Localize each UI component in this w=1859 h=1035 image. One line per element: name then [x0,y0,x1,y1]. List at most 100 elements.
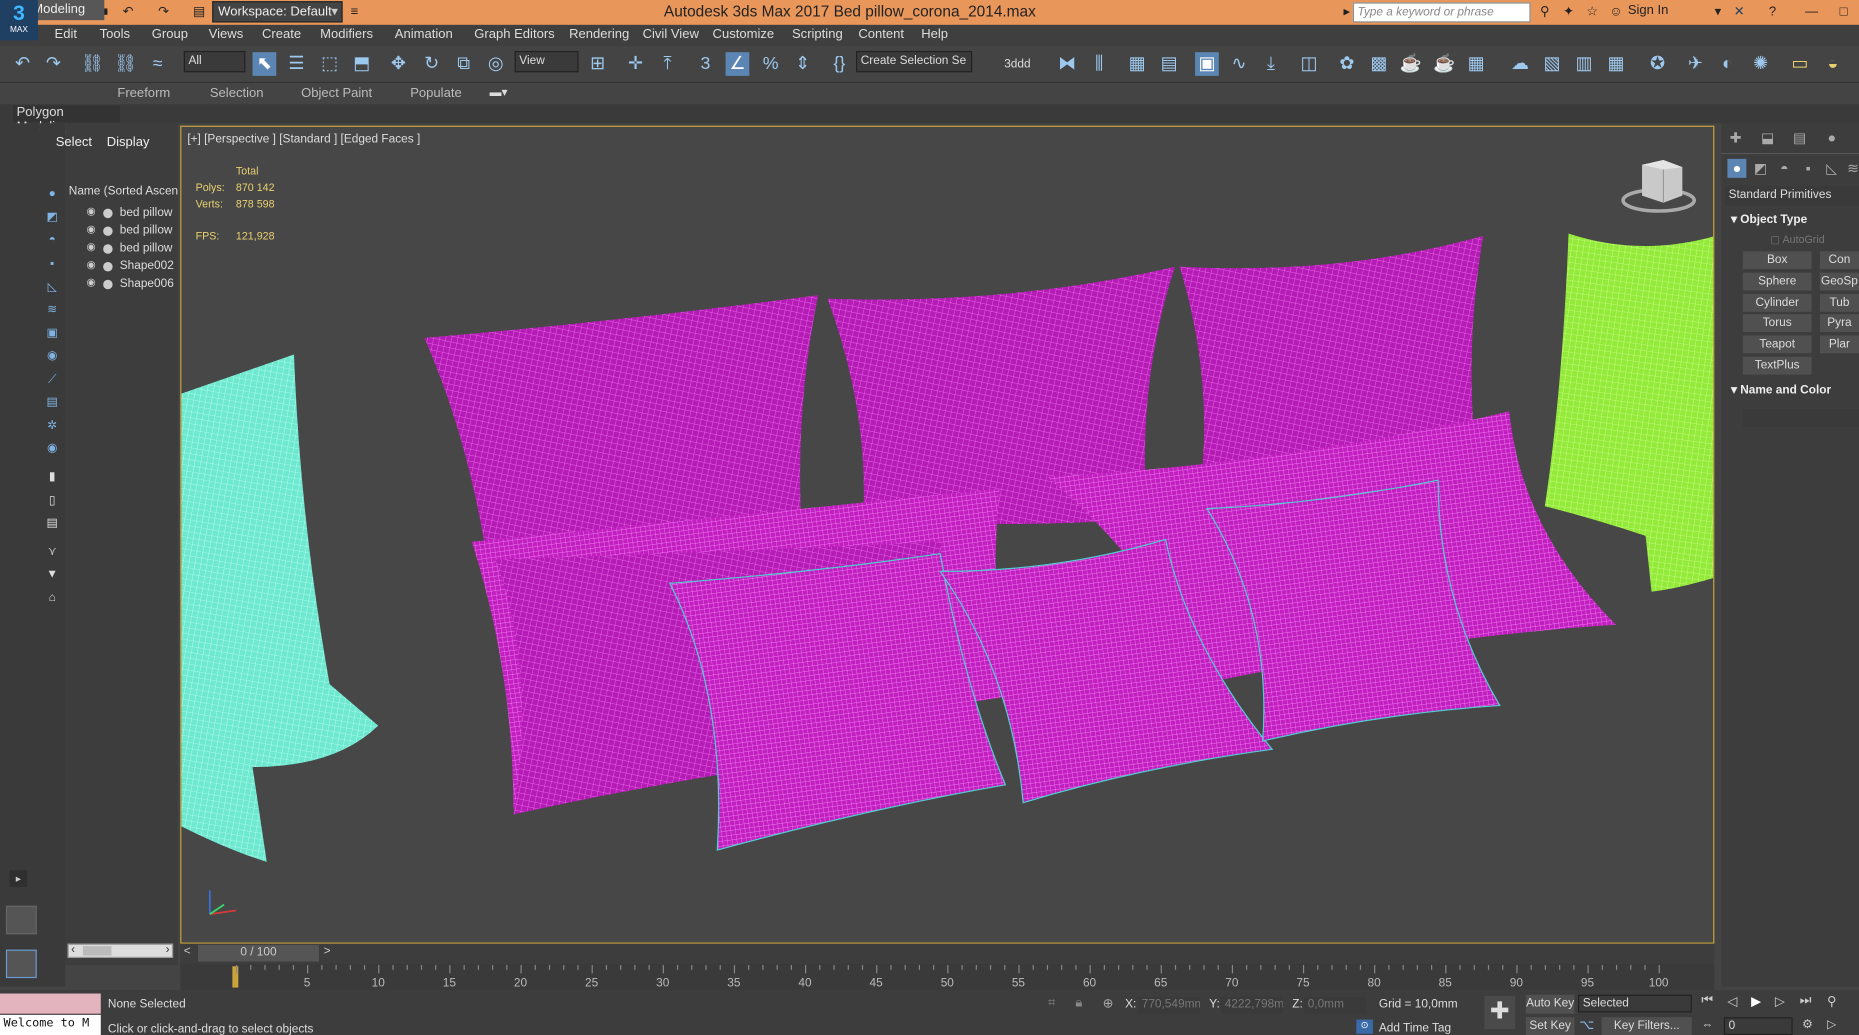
unlink-icon[interactable]: ⛓ [114,52,138,76]
next-frame-icon[interactable]: ▷ [1775,994,1785,1009]
project-folder-icon[interactable]: ▤ [191,4,208,21]
hierarchy-tab-icon[interactable]: ▤ [1790,128,1809,147]
scroll-right-arrow-icon[interactable]: › [166,944,170,957]
box-button[interactable]: Box [1742,251,1812,270]
go-to-start-icon[interactable]: ⏮ [1701,994,1713,1009]
user-icon[interactable]: ☺ [1608,4,1625,21]
torus-button[interactable]: Torus [1742,314,1812,332]
menu-group[interactable]: Group [152,27,188,41]
menu-civil-view[interactable]: Civil View [643,27,699,41]
render-setup-icon[interactable]: ✿ [1335,52,1359,76]
textplus-button[interactable]: TextPlus [1742,356,1812,375]
set-key-large-icon[interactable]: ✚ [1484,995,1516,1030]
funnel-icon[interactable]: ▼ [44,568,61,582]
render-production-icon[interactable]: ☕ [1399,52,1423,76]
menu-edit[interactable]: Edit [55,27,77,41]
perspective-viewport[interactable]: [+] [Perspective ] [Standard ] [Edged Fa… [180,125,1715,944]
link-icon[interactable]: ⛓ [81,52,105,76]
object-type-rollout[interactable]: ▾ Object Type [1731,213,1807,226]
menu-customize[interactable]: Customize [713,27,775,41]
visibility-eye-icon[interactable]: ◉ [87,241,96,254]
search-input[interactable]: Type a keyword or phrase [1352,2,1531,23]
explorer-horizontal-scrollbar[interactable]: ‹ › [67,943,174,958]
name-and-color-rollout[interactable]: ▾ Name and Color [1731,384,1831,397]
toolbar-3ddd-label[interactable]: 3ddd [1004,58,1030,71]
sphere-button[interactable]: Sphere [1742,272,1812,291]
explorer-row[interactable]: ◉ bed pillow [65,205,178,223]
window-crossing-icon[interactable]: ⬒ [350,52,374,76]
render-in-cloud-icon[interactable]: ▦ [1464,52,1488,76]
corona-vfb-icon[interactable]: ▧ [1540,52,1564,76]
modify-tab-icon[interactable]: ⬓ [1758,128,1777,147]
lights-category-icon[interactable]: ◓ [1775,159,1794,178]
orbit-icon[interactable]: ▷ [1827,1018,1836,1031]
corona-render-icon[interactable]: ☁ [1508,52,1532,76]
tab-freeform[interactable]: Freeform [117,87,170,101]
exchange-icon[interactable]: ✕ [1731,4,1748,21]
render-iterative-icon[interactable]: ☕ [1432,52,1456,76]
cyan-pillow-left[interactable] [181,354,379,862]
menu-rendering[interactable]: Rendering [569,27,629,41]
y-coordinate-field[interactable]: 4222,798m [1221,997,1283,1014]
key-mode-toggle-icon[interactable]: ⇔ [1701,1018,1713,1031]
visibility-eye-icon[interactable]: ◉ [87,258,96,271]
bind-spacewarp-icon[interactable]: ≈ [146,52,170,76]
view-cube[interactable] [1621,160,1696,213]
display-containers-icon[interactable]: ▤ [44,396,61,410]
primitive-category-dropdown[interactable]: Standard Primitives [1725,186,1859,207]
play-icon[interactable]: ▶ [1751,994,1761,1009]
display-cameras-icon[interactable]: ▪ [44,257,61,271]
tab-selection[interactable]: Selection [210,87,264,101]
menu-modifiers[interactable]: Modifiers [320,27,373,41]
percent-snap-icon[interactable]: % [759,52,783,76]
placement-icon[interactable]: ⤒ [656,52,680,76]
viewport-layout-button[interactable] [5,905,37,935]
signin-dropdown-icon[interactable]: ▾ [1710,4,1727,21]
selection-lock-icon[interactable]: 🔒︎ [1075,996,1082,1011]
corona-converter-icon[interactable]: ▥ [1572,52,1596,76]
schematic-view-icon[interactable]: ⤓ [1259,52,1283,76]
display-none-icon[interactable]: ▯ [44,494,61,508]
corona-material-icon[interactable]: ▦ [1604,52,1628,76]
ribbon-options-icon[interactable]: ▬▾ [490,87,508,100]
selection-filter-dropdown[interactable]: All [183,50,246,73]
absolute-mode-icon[interactable]: ⊕ [1103,996,1114,1011]
layer-explorer-icon[interactable]: ▤ [1157,52,1181,76]
explorer-row[interactable]: ◉ bed pillow [65,223,178,241]
display-all-icon[interactable]: ▮ [44,471,61,485]
select-and-manipulate-icon[interactable]: ◎ [484,52,508,76]
align-icon[interactable]: ⫼ [1087,52,1111,76]
display-helpers-icon[interactable]: ◺ [44,281,61,295]
set-key-button[interactable]: Set Key [1525,1017,1575,1035]
named-selection-set-dropdown[interactable]: Create Selection Se [855,50,973,73]
display-shapes-icon[interactable]: ◩ [44,211,61,225]
corona-lightmix-icon[interactable]: ▭ [1788,52,1812,76]
motion-tab-icon[interactable]: ● [1822,128,1841,147]
display-lights-icon[interactable]: ◓ [44,234,61,248]
visibility-eye-icon[interactable]: ◉ [87,276,96,289]
viewport-label-menu[interactable]: [+] [Perspective ] [Standard ] [Edged Fa… [187,133,420,146]
display-bones-icon[interactable]: ⟋ [44,373,61,387]
key-filters-icon[interactable]: ⌥ [1579,1017,1594,1032]
minimize-icon[interactable]: — [1803,4,1820,21]
redo-icon[interactable]: ↷ [41,52,65,76]
menu-animation[interactable]: Animation [395,27,453,41]
select-and-manipulate-move-icon[interactable]: ✛ [624,52,648,76]
display-spacewarps-icon[interactable]: ≋ [44,304,61,318]
display-hidden-icon[interactable]: ◉ [44,442,61,456]
scale-icon[interactable]: ⧉ [452,52,476,76]
spinner-snap-icon[interactable]: ⇕ [791,52,815,76]
maxscript-listener[interactable]: Welcome to M [0,1014,101,1035]
helpers-category-icon[interactable]: ◺ [1822,159,1841,178]
explorer-column-header[interactable]: Name (Sorted Ascend [69,185,178,202]
go-to-end-icon[interactable]: ⏭ [1800,994,1812,1009]
explorer-tab-display[interactable]: Display [107,135,150,149]
mirror-icon[interactable]: ⧓ [1055,52,1079,76]
time-next-arrow-icon[interactable]: > [324,945,331,958]
key-filters-button[interactable]: Key Filters... [1601,1017,1692,1035]
menu-content[interactable]: Content [858,27,904,41]
expand-left-arrow-icon[interactable]: ▸ [9,870,28,887]
time-config-icon[interactable]: ⚙ [1802,1018,1813,1031]
rotate-icon[interactable]: ↻ [420,52,444,76]
menu-scripting[interactable]: Scripting [792,27,843,41]
